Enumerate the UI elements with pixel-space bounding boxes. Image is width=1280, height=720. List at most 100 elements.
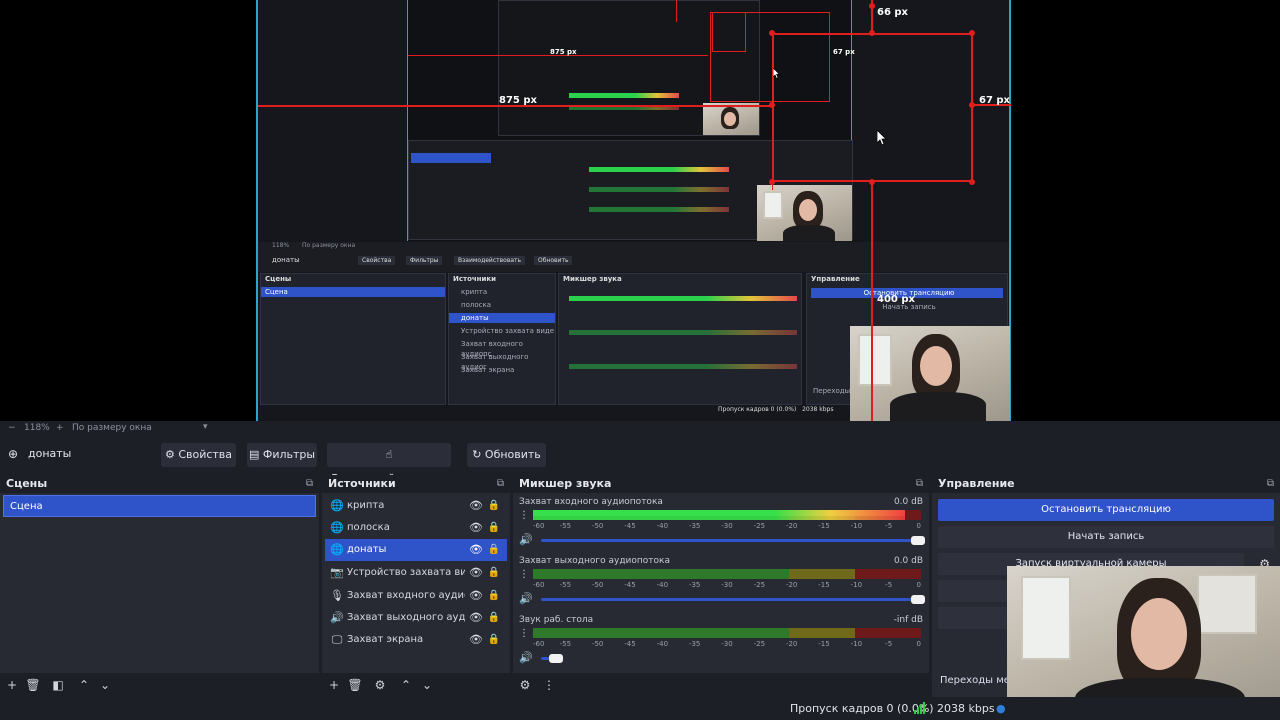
slider-knob[interactable] — [911, 536, 925, 545]
meter-ticks: -60 -55 -50 -45 -40 -35 -30 -25 -20 -15 -10 -5 0 — [533, 522, 921, 532]
eye-icon[interactable]: 👁 — [469, 539, 483, 561]
handle-middle-left[interactable] — [769, 102, 775, 108]
nested-mixer-title: Микшер звука — [563, 275, 622, 283]
scene-filters-icon[interactable]: ◧ — [50, 677, 66, 693]
handle-middle-right[interactable] — [969, 102, 975, 108]
lock-icon[interactable]: 🔒 — [487, 585, 501, 607]
volume-slider[interactable] — [541, 536, 925, 545]
stop-stream-button[interactable]: Остановить трансляцию — [938, 499, 1274, 521]
inner-meter-3 — [589, 207, 729, 212]
sources-dock-title: Источники ⧉ — [322, 475, 510, 493]
move-down-icon[interactable]: ⌄ — [97, 677, 113, 693]
add-source-icon[interactable]: + — [326, 677, 342, 693]
trash-icon[interactable]: 🗑 — [25, 677, 41, 693]
undock-icon[interactable]: ⧉ — [916, 475, 923, 493]
nested-zoom: 118% — [272, 242, 290, 249]
channel-menu-icon[interactable]: ⋮ — [519, 510, 529, 521]
undock-icon[interactable]: ⧉ — [1267, 475, 1274, 493]
handle-bottom-left[interactable] — [769, 179, 775, 185]
refresh-button[interactable]: ↻ Обновить — [467, 443, 546, 467]
filters-button[interactable]: ▤ Фильтры — [247, 443, 317, 467]
lock-icon[interactable]: 🔒 — [487, 517, 501, 539]
trash-icon[interactable]: 🗑 — [347, 677, 363, 693]
lock-icon[interactable]: 🔒 — [487, 539, 501, 561]
interact-button[interactable]: ☝ Взаимодействовать — [327, 443, 451, 485]
eye-icon[interactable]: 👁 — [469, 517, 483, 539]
volume-slider[interactable] — [541, 595, 925, 604]
camera-icon: 📷 — [330, 566, 344, 579]
nested-source-4: Устройство захвата виде — [461, 327, 555, 335]
lock-icon[interactable]: 🔒 — [487, 495, 501, 517]
scenes-dock: Сцены ⧉ Сцена + 🗑 ◧ ⌃ ⌄ — [0, 475, 319, 697]
nested-fit: По размеру окна — [302, 242, 356, 249]
program-preview[interactable]: 118% По размеру окна донаты Свойства Фил… — [0, 0, 1280, 421]
source-label: крипта — [347, 500, 385, 511]
properties-button[interactable]: ⚙ Свойства — [161, 443, 236, 467]
sources-footer: + 🗑 ⚙ ⌃ ⌄ — [322, 673, 510, 697]
controls-dock-title: Управление ⧉ — [932, 475, 1280, 493]
nested-scenes-dock: Сцены Сцена — [260, 273, 446, 405]
start-recording-button[interactable]: Начать запись — [938, 526, 1274, 548]
mixer-menu-icon[interactable]: ⋮ — [541, 677, 557, 693]
chevron-down-icon[interactable]: ▾ — [203, 422, 208, 432]
source-item-kripta[interactable]: 🌐 крипта 👁 🔒 — [325, 495, 507, 517]
undock-icon[interactable]: ⧉ — [497, 475, 504, 493]
nested-meter-3 — [569, 364, 797, 369]
eye-icon[interactable]: 👁 — [469, 629, 483, 651]
move-up-icon[interactable]: ⌃ — [76, 677, 92, 693]
tick-label: -15 — [818, 522, 830, 530]
zoom-in-button[interactable]: + — [56, 423, 64, 433]
inner-meter-2 — [589, 187, 729, 192]
globe-icon: 🌐 — [330, 521, 344, 534]
source-item-video-capture[interactable]: 📷 Устройство захвата виде 👁 🔒 — [325, 562, 507, 584]
mixer-dock: Микшер звука ⧉ Захват входного аудиопото… — [513, 475, 929, 697]
tick-label: -60 — [533, 581, 545, 589]
meter-ticks: -60 -55 -50 -45 -40 -35 -30 -25 -20 -15 -10 -5 0 — [533, 581, 921, 591]
advanced-audio-icon[interactable]: ⚙ — [517, 677, 533, 693]
handle-top-right[interactable] — [969, 30, 975, 36]
handle-top-left[interactable] — [769, 30, 775, 36]
source-item-poloska[interactable]: 🌐 полоска 👁 🔒 — [325, 517, 507, 539]
handle-bottom-middle[interactable] — [869, 179, 875, 185]
slider-knob[interactable] — [549, 654, 563, 663]
lock-icon[interactable]: 🔒 — [487, 562, 501, 584]
channel-db: 0.0 dB — [893, 556, 923, 566]
add-scene-icon[interactable]: + — [4, 677, 20, 693]
scene-item[interactable]: Сцена — [3, 495, 316, 517]
tick-label: -5 — [885, 522, 893, 530]
undock-icon[interactable]: ⧉ — [306, 475, 313, 493]
speaker-icon[interactable]: 🔊 — [519, 533, 533, 546]
zoom-out-button[interactable]: − — [8, 423, 16, 433]
tick-label: -50 — [591, 581, 604, 589]
source-item-audio-input[interactable]: 🎙 Захват входного аудиопс 👁 🔒 — [325, 585, 507, 607]
channel-menu-icon[interactable]: ⋮ — [519, 628, 529, 639]
speaker-icon[interactable]: 🔊 — [519, 651, 533, 664]
guide-line-vertical-bottom — [871, 182, 873, 421]
move-up-icon[interactable]: ⌃ — [398, 677, 414, 693]
sources-title: Источники — [328, 477, 396, 490]
source-label: Захват выходного аудиог — [347, 612, 465, 623]
volume-slider[interactable] — [541, 654, 563, 663]
handle-top-middle[interactable] — [869, 30, 875, 36]
source-item-donaty[interactable]: 🌐 донаты 👁 🔒 — [325, 539, 507, 561]
dropped-frames: Пропуск кадров 0 (0.0%) — [790, 702, 934, 715]
eye-icon[interactable]: 👁 — [469, 607, 483, 629]
channel-menu-icon[interactable]: ⋮ — [519, 569, 529, 580]
nested-btn-refresh: Обновить — [534, 256, 573, 265]
handle-bottom-right[interactable] — [969, 179, 975, 185]
gear-icon[interactable]: ⚙ — [372, 677, 388, 693]
move-down-icon[interactable]: ⌄ — [419, 677, 435, 693]
slider-knob[interactable] — [911, 595, 925, 604]
source-item-screen-capture[interactable]: 🖵 Захват экрана 👁 🔒 — [325, 629, 507, 651]
tick-label: -30 — [721, 640, 733, 648]
source-item-audio-output[interactable]: 🔊 Захват выходного аудиог 👁 🔒 — [325, 607, 507, 629]
eye-icon[interactable]: 👁 — [469, 585, 483, 607]
eye-icon[interactable]: 👁 — [469, 495, 483, 517]
lock-icon[interactable]: 🔒 — [487, 607, 501, 629]
speaker-icon[interactable]: 🔊 — [519, 592, 533, 605]
lock-icon[interactable]: 🔒 — [487, 629, 501, 651]
globe-icon: 🌐 — [330, 543, 344, 556]
source-toolbar: ⊕ донаты ⚙ Свойства ▤ Фильтры ☝ Взаимоде… — [0, 440, 1280, 485]
eye-icon[interactable]: 👁 — [469, 562, 483, 584]
fit-to-window-dropdown[interactable]: По размеру окна — [72, 423, 152, 433]
